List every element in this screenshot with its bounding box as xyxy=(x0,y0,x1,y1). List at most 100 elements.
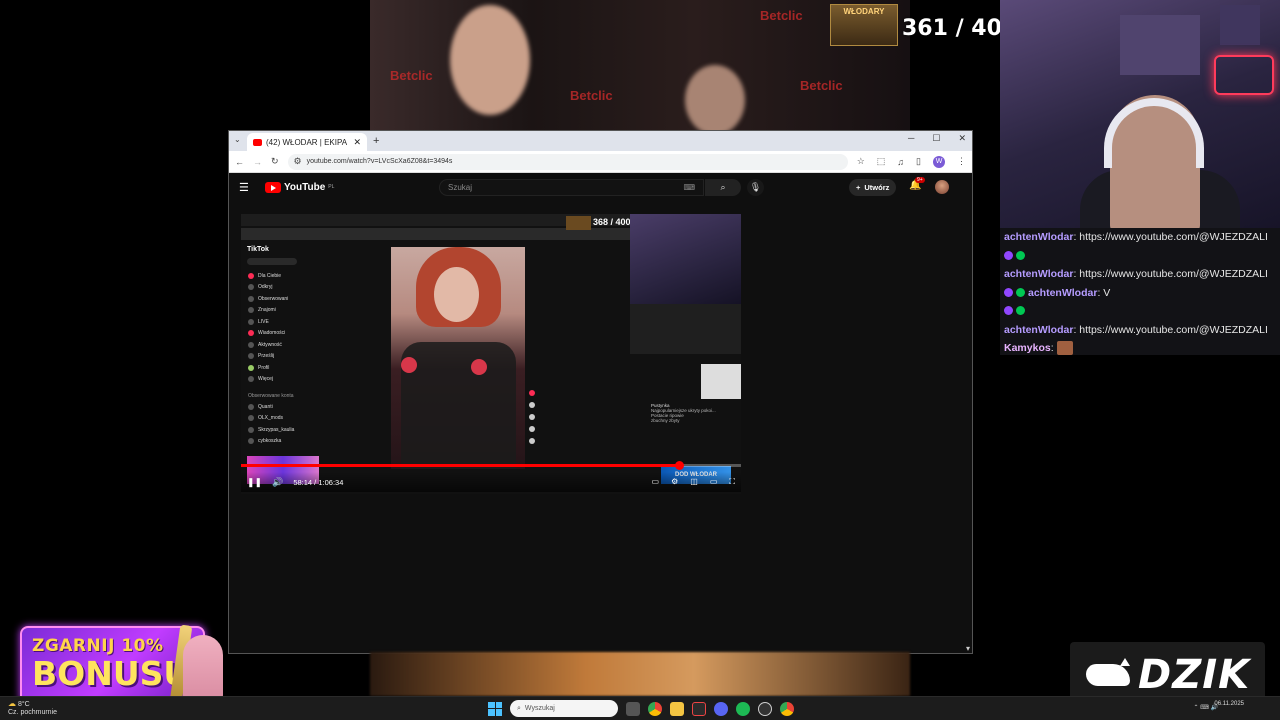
close-window-button[interactable]: ✕ xyxy=(958,133,966,144)
fullscreen-icon[interactable]: ⛶ xyxy=(729,477,735,487)
miniplayer-icon[interactable]: ◫ xyxy=(690,477,698,487)
spotify-icon[interactable] xyxy=(736,701,750,716)
back-button[interactable]: ← xyxy=(235,157,244,167)
mic-badge-icon xyxy=(1004,287,1013,297)
site-info-icon[interactable]: ⚙ xyxy=(294,156,302,167)
forward-button[interactable]: → xyxy=(253,157,262,167)
chrome-icon[interactable] xyxy=(648,701,662,716)
settings-gear-icon[interactable]: ⚙ xyxy=(671,477,678,487)
inner-stream-counter: 368 / 400 xyxy=(593,217,631,227)
notifications-button[interactable]: 🔔 9+ xyxy=(909,177,925,191)
progress-fill xyxy=(241,464,679,467)
volume-icon[interactable]: 🔊 xyxy=(272,477,283,488)
browser-titlebar: ⌄ (42) WŁODAR | EKIPA OGL... ✕ + ─ ☐ ✕ xyxy=(229,131,972,151)
verified-badge-icon xyxy=(1016,306,1025,315)
tiktok-video xyxy=(391,247,525,469)
video-player[interactable]: 368 / 400 TikTok Dla Ciebie Odkryj Obser… xyxy=(241,214,741,494)
obs-icon[interactable] xyxy=(758,701,772,716)
progress-scrubber[interactable] xyxy=(674,461,684,470)
tiktok-search xyxy=(247,258,297,265)
youtube-page: ☰ YouTube PL Szukaj ⌨ ⌕ 🎙 +Utwórz 🔔9+ xyxy=(229,174,972,653)
tiktok-menu-item: Aktywność xyxy=(248,339,345,351)
tiktok-menu-item: Dla Ciebie xyxy=(248,270,345,282)
tiktok-following-item: Skrzypas_kaulia xyxy=(248,424,345,436)
media-icon[interactable]: ♫ xyxy=(897,157,904,167)
tiktok-menu-item: Znajomi xyxy=(248,305,345,317)
browser-toolbar: ← → ↻ ⚙ youtube.com/watch?v=LVcScXa6Z08&… xyxy=(229,151,972,173)
chat-message: achtenWlodar: https://www.youtube.com/@W… xyxy=(1004,268,1268,280)
tiktok-menu-item: Wiadomości xyxy=(248,328,345,340)
extensions-icon[interactable]: ⬚ xyxy=(877,156,886,167)
create-button[interactable]: + Utwórz xyxy=(849,179,897,196)
file-explorer-icon[interactable] xyxy=(670,701,684,716)
tiktok-menu-item: Obserwowani xyxy=(248,293,345,305)
verified-badge-icon xyxy=(1016,287,1025,297)
sidebar-icon[interactable]: ▯ xyxy=(916,156,921,167)
inner-counter-badge xyxy=(566,216,591,230)
cloud-icon: ☁ xyxy=(8,699,16,708)
pause-icon[interactable]: ❚❚ xyxy=(247,477,262,488)
tiktok-menu-item: Prześlij xyxy=(248,351,345,363)
progress-bar[interactable] xyxy=(241,461,741,470)
discord-icon[interactable] xyxy=(714,701,728,716)
taskbar-search[interactable]: ⌕ Wyszukaj xyxy=(510,700,618,717)
app-icon[interactable] xyxy=(692,701,706,716)
youtube-logo[interactable]: YouTube PL xyxy=(265,181,334,193)
search-input[interactable]: Szukaj ⌨ xyxy=(439,179,704,196)
taskbar: ☁ 8°C Cz. pochmurnie ⌕ Wyszukaj ⌃ ⌨ 🔊 06.… xyxy=(0,696,1280,720)
close-tab-icon[interactable]: ✕ xyxy=(353,137,361,148)
tab-search-icon[interactable]: ⌄ xyxy=(234,135,241,144)
chrome-alt-icon[interactable] xyxy=(780,701,794,716)
scroll-down-icon[interactable]: ▾ xyxy=(966,644,970,653)
tiktok-menu-item: Odkryj xyxy=(248,282,345,294)
timecode: 58:14 / 1:06:34 xyxy=(293,477,344,487)
address-bar[interactable]: ⚙ youtube.com/watch?v=LVcScXa6Z08&t=3494… xyxy=(287,153,848,170)
stream-video-top: Betclic Betclic Betclic Betclic xyxy=(370,0,910,130)
bookmark-star-icon[interactable]: ☆ xyxy=(857,156,865,167)
subtitles-icon[interactable]: ▭ xyxy=(652,477,660,487)
reload-button[interactable]: ↻ xyxy=(271,156,279,167)
hamburger-menu-icon[interactable]: ☰ xyxy=(239,181,253,194)
bonus-mascot xyxy=(169,624,237,705)
chat-panel: achtenWlodar: https://www.youtube.com/@W… xyxy=(1000,228,1280,355)
tiktok-following-item: OLX_mods xyxy=(248,413,345,425)
clock[interactable]: 06.11.2025 xyxy=(1214,701,1244,708)
tiktok-menu-item: LIVE xyxy=(248,316,345,328)
avatar[interactable] xyxy=(935,180,949,194)
tiktok-following-item: Quanti xyxy=(248,401,345,413)
new-tab-button[interactable]: + xyxy=(373,135,379,147)
boar-icon xyxy=(1086,658,1130,686)
minimize-button[interactable]: ─ xyxy=(908,133,914,144)
youtube-favicon-icon xyxy=(253,138,262,146)
chat-message: achtenWlodar: https://www.youtube.com/@W… xyxy=(1004,323,1268,336)
inner-webcam xyxy=(630,214,741,304)
browser-tab[interactable]: (42) WŁODAR | EKIPA OGL... ✕ xyxy=(247,133,367,151)
inner-suggestions: Pustynka Najpopularniejsze ukryty pokoi.… xyxy=(651,364,741,423)
chat-message: Kamykos: xyxy=(1004,339,1276,355)
player-controls: ❚❚ 🔊 58:14 / 1:06:34 ▭ ⚙ ◫ ▭ ⛶ xyxy=(241,472,741,492)
stream-video-bottom xyxy=(370,652,910,696)
maximize-button[interactable]: ☐ xyxy=(932,133,940,144)
profile-button[interactable]: W xyxy=(933,155,945,168)
search-icon: ⌕ xyxy=(720,182,726,192)
youtube-play-icon xyxy=(265,181,281,193)
start-button[interactable] xyxy=(488,701,502,716)
theater-mode-icon[interactable]: ▭ xyxy=(710,477,718,487)
chat-message xyxy=(1004,247,1276,266)
mic-badge-icon xyxy=(1004,306,1013,315)
browser-window[interactable]: ⌄ (42) WŁODAR | EKIPA OGL... ✕ + ─ ☐ ✕ ←… xyxy=(228,130,973,654)
tiktok-logo: TikTok xyxy=(247,246,269,253)
tiktok-menu-item: Profil xyxy=(248,362,345,374)
tiktok-sidebar: TikTok Dla Ciebie Odkryj Obserwowani Zna… xyxy=(245,246,345,466)
youtube-header: ☰ YouTube PL Szukaj ⌨ ⌕ 🎙 + Utwórz 🔔 9+ xyxy=(229,174,972,200)
voice-search-button[interactable]: 🎙 xyxy=(747,179,764,196)
keyboard-icon[interactable]: ⌨ xyxy=(683,183,695,192)
search-button[interactable]: ⌕ xyxy=(705,179,741,196)
microphone-icon: 🎙 xyxy=(749,182,762,192)
streamer-webcam xyxy=(1000,0,1280,228)
task-view-icon[interactable] xyxy=(626,701,640,716)
chat-message: achtenWlodar: https://www.youtube.com/@W… xyxy=(1004,231,1268,243)
weather-widget[interactable]: ☁ 8°C Cz. pochmurnie xyxy=(8,700,57,717)
menu-kebab-icon[interactable]: ⋮ xyxy=(957,156,966,167)
screen: Betclic Betclic Betclic Betclic WŁODARY … xyxy=(0,0,1280,720)
